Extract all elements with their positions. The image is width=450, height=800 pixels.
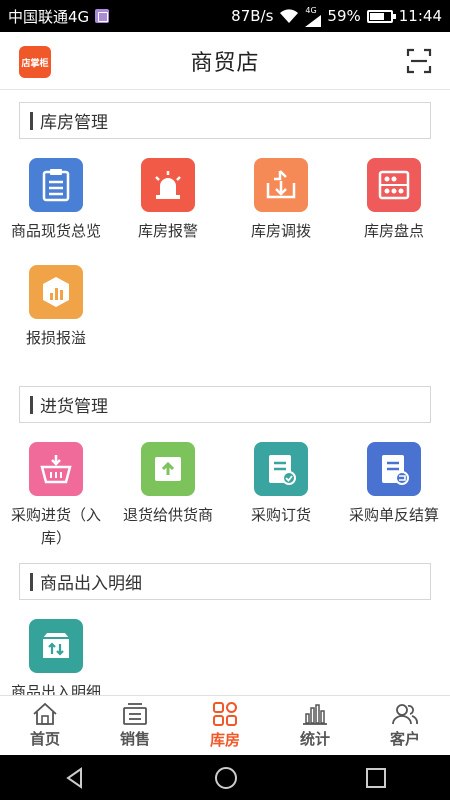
reverse-doc-icon	[367, 442, 421, 496]
nav-label: 客户	[389, 730, 420, 748]
tile-label: 退货给供货商	[122, 506, 213, 524]
app-header: 店掌柜 商贸店	[0, 32, 450, 90]
recents-icon[interactable]	[365, 767, 387, 789]
network-speed: 87B/s	[231, 7, 274, 25]
tile-warehouse-inventory[interactable]: 库房盘点	[338, 158, 450, 243]
app-logo[interactable]: 店掌柜	[19, 46, 51, 78]
nav-label: 库房	[209, 731, 240, 749]
tile-loss-overflow[interactable]: 报损报溢	[0, 265, 112, 350]
section-header-purchase: 进货管理	[19, 386, 431, 423]
tile-label: 采购订货	[250, 506, 311, 524]
nav-label: 首页	[29, 730, 60, 748]
tile-goods-inout-detail[interactable]: 商品出入明细	[0, 619, 112, 695]
clipboard-icon	[29, 158, 83, 212]
alarm-icon	[141, 158, 195, 212]
wifi-icon	[280, 9, 299, 23]
section-header-inout-detail: 商品出入明细	[19, 563, 431, 600]
signal-icon	[305, 14, 322, 27]
nav-sales[interactable]: 销售	[90, 696, 180, 755]
section-bar	[30, 572, 33, 591]
return-box-icon	[141, 442, 195, 496]
section-title: 进货管理	[40, 397, 108, 417]
nav-label: 统计	[299, 730, 330, 748]
section-title: 商品出入明细	[40, 574, 142, 594]
scan-icon[interactable]	[406, 48, 432, 74]
tile-label: 采购进货（入库）	[10, 506, 101, 547]
tile-label: 库房盘点	[363, 222, 424, 240]
tile-purchase-reverse-settle[interactable]: 采购单反结算	[338, 442, 450, 527]
battery-icon	[366, 9, 396, 23]
home-circle-icon[interactable]	[213, 765, 239, 791]
section-header-warehouse: 库房管理	[19, 102, 431, 139]
page-title: 商贸店	[190, 50, 260, 76]
abacus-icon	[367, 158, 421, 212]
bottom-nav: 首页 销售 库房 统计 客户	[0, 695, 450, 755]
tile-warehouse-alarm[interactable]: 库房报警	[112, 158, 224, 243]
customers-icon	[392, 704, 418, 725]
tile-warehouse-transfer[interactable]: 库房调拨	[225, 158, 337, 243]
sales-icon	[123, 703, 147, 725]
back-icon[interactable]	[63, 766, 87, 790]
carrier-text: 中国联通4G	[8, 7, 90, 26]
nav-stats[interactable]: 统计	[270, 696, 360, 755]
tile-label: 库房报警	[137, 222, 198, 240]
tile-label: 库房调拨	[250, 222, 311, 240]
transfer-icon	[254, 158, 308, 212]
tile-stock-overview[interactable]: 商品现货总览	[0, 158, 112, 243]
tile-label: 采购单反结算	[348, 506, 439, 524]
clock: 11:44	[398, 7, 442, 25]
tile-label: 商品现货总览	[10, 222, 101, 240]
logo-text: 店掌柜	[21, 58, 49, 69]
battery-percent: 59%	[327, 7, 361, 25]
section-bar	[30, 395, 33, 414]
tile-purchase-order[interactable]: 采购订货	[225, 442, 337, 527]
stats-icon	[303, 704, 327, 725]
nav-warehouse[interactable]: 库房	[180, 696, 270, 755]
tile-label: 商品出入明细	[10, 683, 101, 695]
inout-box-icon	[29, 619, 83, 673]
home-icon	[33, 702, 57, 725]
nav-customers[interactable]: 客户	[360, 696, 450, 755]
basket-icon	[29, 442, 83, 496]
warehouse-grid-icon	[213, 702, 237, 726]
section-bar	[30, 111, 33, 130]
tile-purchase-stockin[interactable]: 采购进货（入库）	[0, 442, 112, 550]
order-doc-icon	[254, 442, 308, 496]
sim-icon	[95, 9, 110, 23]
report-chart-icon	[29, 265, 83, 319]
main-content[interactable]: 库房管理 商品现货总览 库房报警 库房调拨 库房盘点 报损报溢 进货管理 采购进…	[0, 90, 450, 695]
tile-label: 报损报溢	[25, 329, 86, 347]
tile-return-to-supplier[interactable]: 退货给供货商	[112, 442, 224, 527]
nav-home[interactable]: 首页	[0, 696, 90, 755]
status-bar: 中国联通4G 87B/s 4G 59% 11:44	[0, 0, 450, 32]
system-nav-bar	[0, 755, 450, 800]
nav-label: 销售	[119, 730, 150, 748]
section-title: 库房管理	[40, 113, 108, 133]
network-badge: 4G	[305, 5, 317, 15]
